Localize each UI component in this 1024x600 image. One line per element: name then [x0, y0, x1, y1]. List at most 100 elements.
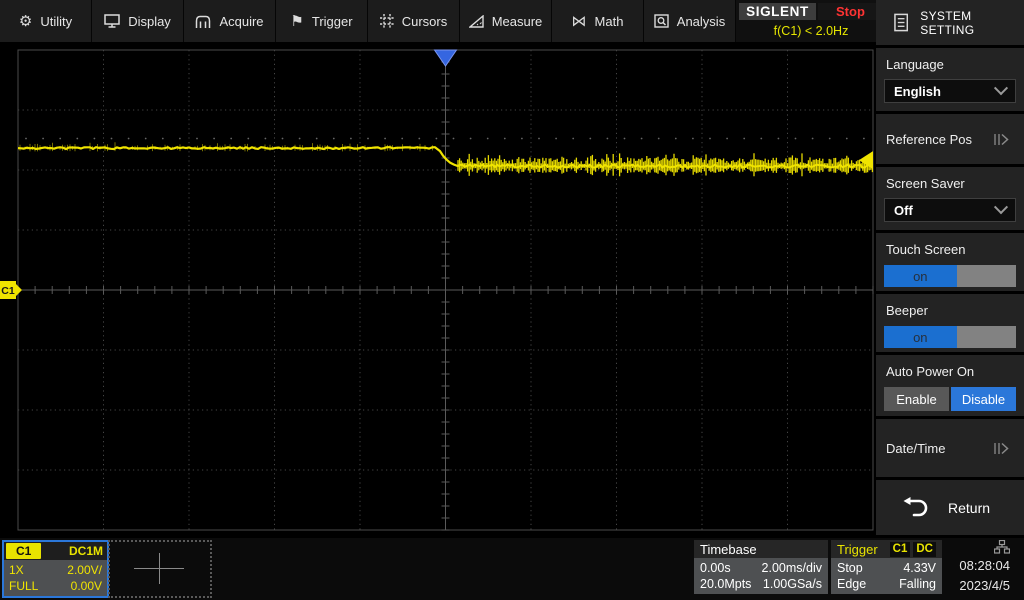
- network-icon[interactable]: [994, 540, 1010, 554]
- beeper-label: Beeper: [886, 303, 928, 318]
- graticule: [18, 50, 873, 530]
- toggle-on-segment[interactable]: on: [884, 326, 957, 348]
- touch-screen-panel: Touch Screen on: [876, 233, 1024, 291]
- timebase-scale: 2.00ms/div: [762, 561, 822, 575]
- timebase-sample-rate: 1.00GSa/s: [763, 577, 822, 591]
- channel-c1-level-marker[interactable]: C1: [0, 281, 22, 299]
- sidebar-header: SYSTEM SETTING: [876, 0, 1024, 45]
- plus-icon: [159, 553, 160, 584]
- beeper-toggle[interactable]: on: [884, 326, 1016, 348]
- menu-item-label: Measure: [492, 14, 543, 29]
- menu-item-acquire[interactable]: Acquire: [184, 0, 276, 42]
- language-label: Language: [886, 57, 944, 72]
- toggle-off-segment[interactable]: [957, 265, 1016, 287]
- menu-item-math[interactable]: ⋈ Math: [552, 0, 644, 42]
- language-dropdown[interactable]: English: [884, 79, 1016, 103]
- waveform-plot[interactable]: C1: [0, 42, 875, 538]
- display-icon: [104, 14, 120, 28]
- chevron-down-icon: [994, 200, 1008, 214]
- expand-right-icon: [993, 133, 1010, 146]
- timebase-memory: 20.0Mpts: [700, 577, 751, 591]
- clock-time: 08:28:04: [959, 557, 1010, 574]
- gear-icon: ⚙: [19, 14, 32, 29]
- channel-scale: 2.00V/: [67, 563, 102, 577]
- acquire-icon: [195, 15, 211, 28]
- menu-item-measure[interactable]: Measure: [460, 0, 552, 42]
- return-button[interactable]: Return: [876, 480, 1024, 535]
- reference-pos-label: Reference Pos: [886, 132, 972, 147]
- brand-status-area: SIGLENT Stop f(C1) < 2.0Hz: [736, 0, 886, 42]
- auto-power-on-label: Auto Power On: [886, 364, 974, 379]
- clock-area: 08:28:04 2023/4/5: [940, 540, 1010, 594]
- analysis-icon: [654, 14, 669, 28]
- status-bar: C1 DC1M 1X 2.00V/ FULL 0.00V Timebase 0.…: [0, 538, 1024, 600]
- measure-icon: [469, 15, 484, 28]
- trigger-frequency-readout: f(C1) < 2.0Hz: [736, 21, 886, 40]
- auto-power-on-panel: Auto Power On Enable Disable: [876, 355, 1024, 416]
- clock-date: 2023/4/5: [959, 577, 1010, 594]
- expand-right-icon: [993, 442, 1010, 455]
- touch-screen-toggle[interactable]: on: [884, 265, 1016, 287]
- trigger-source: C1: [890, 542, 911, 557]
- trigger-descriptor[interactable]: Trigger C1 DC Stop 4.33V Edge Falling: [831, 540, 942, 594]
- timebase-descriptor[interactable]: Timebase 0.00s 2.00ms/div 20.0Mpts 1.00G…: [694, 540, 828, 594]
- trigger-position-marker[interactable]: [435, 50, 457, 66]
- touch-screen-label: Touch Screen: [886, 242, 966, 257]
- channel-c1-chip[interactable]: C1: [6, 543, 41, 559]
- menu-items: ⚙ Utility Display Acquire ⚑ Trigger Cursors Mea…: [0, 0, 736, 42]
- menu-item-label: Utility: [40, 14, 72, 29]
- channel-bandwidth: FULL: [9, 579, 38, 593]
- menu-item-cursors[interactable]: Cursors: [368, 0, 460, 42]
- screen-saver-label: Screen Saver: [886, 176, 965, 191]
- siglent-logo: SIGLENT: [739, 3, 816, 20]
- channel-probe: 1X: [9, 563, 24, 577]
- screen-saver-value: Off: [894, 203, 913, 218]
- language-value: English: [894, 84, 941, 99]
- enable-button[interactable]: Enable: [884, 387, 949, 411]
- trigger-type: Edge: [837, 577, 866, 591]
- menu-item-display[interactable]: Display: [92, 0, 184, 42]
- math-icon: ⋈: [572, 14, 587, 29]
- waveform-display-area[interactable]: C1: [0, 42, 875, 538]
- add-channel-slot[interactable]: [108, 540, 212, 598]
- menu-item-label: Display: [128, 14, 171, 29]
- date-time-panel[interactable]: Date/Time: [876, 419, 1024, 477]
- screen-saver-panel: Screen Saver Off: [876, 167, 1024, 230]
- screen-saver-dropdown[interactable]: Off: [884, 198, 1016, 222]
- sidebar-title: SYSTEM SETTING: [920, 9, 1024, 37]
- channel-coupling: DC1M: [69, 544, 103, 558]
- beeper-panel: Beeper on: [876, 294, 1024, 352]
- language-panel: Language English: [876, 48, 1024, 111]
- chevron-down-icon: [994, 81, 1008, 95]
- flag-icon: ⚑: [290, 14, 303, 29]
- cursors-icon: [380, 14, 394, 28]
- trigger-status: Stop: [837, 561, 863, 575]
- system-setting-sidebar: SYSTEM SETTING Language English Referenc…: [876, 0, 1024, 538]
- menu-item-trigger[interactable]: ⚑ Trigger: [276, 0, 368, 42]
- svg-text:C1: C1: [1, 285, 15, 297]
- menu-item-label: Trigger: [312, 14, 353, 29]
- trigger-slope: Falling: [899, 577, 936, 591]
- trigger-coupling: DC: [913, 542, 936, 557]
- oscilloscope-screen: { "menu_bar": { "items": [ {"id":"utilit…: [0, 0, 1024, 600]
- channel-c1-descriptor[interactable]: C1 DC1M 1X 2.00V/ FULL 0.00V: [2, 540, 109, 598]
- timebase-title: Timebase: [700, 542, 757, 557]
- top-menu-bar: ⚙ Utility Display Acquire ⚑ Trigger Cursors Mea…: [0, 0, 1024, 42]
- menu-item-analysis[interactable]: Analysis: [644, 0, 736, 42]
- reference-pos-panel[interactable]: Reference Pos: [876, 114, 1024, 164]
- toggle-off-segment[interactable]: [957, 326, 1016, 348]
- channel-offset: 0.00V: [71, 579, 102, 593]
- menu-item-label: Cursors: [402, 14, 448, 29]
- menu-item-utility[interactable]: ⚙ Utility: [0, 0, 92, 42]
- timebase-delay: 0.00s: [700, 561, 731, 575]
- date-time-label: Date/Time: [886, 441, 945, 456]
- run-state-badge[interactable]: Stop: [818, 3, 883, 20]
- menu-item-label: Math: [595, 14, 624, 29]
- toggle-on-segment[interactable]: on: [884, 265, 957, 287]
- menu-item-label: Analysis: [677, 14, 725, 29]
- disable-button[interactable]: Disable: [951, 387, 1016, 411]
- return-arrow-icon: [902, 497, 928, 519]
- return-label: Return: [948, 500, 990, 516]
- trigger-title: Trigger: [837, 542, 878, 557]
- form-list-icon: [894, 13, 908, 32]
